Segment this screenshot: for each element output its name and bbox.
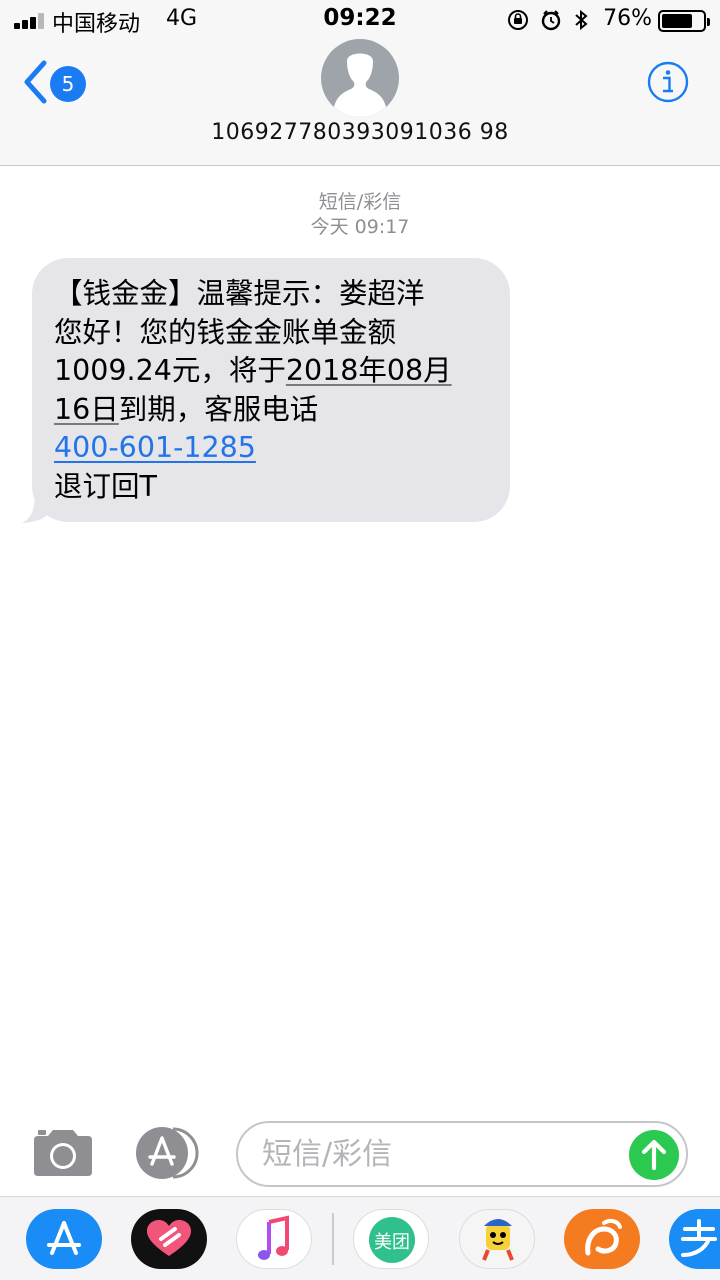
date-detected-link[interactable]: 16日 — [54, 393, 119, 426]
meituan-app[interactable]: 美团 — [353, 1209, 429, 1269]
navigation-header: 中国移动 4G 09:22 76% 5 106927780393091036 9… — [0, 0, 720, 166]
message-text: 1009.24元，将于 — [54, 354, 286, 387]
unread-count-badge: 5 — [50, 66, 86, 102]
arrow-up-icon — [641, 1139, 667, 1171]
message-timestamp: 今天 09:17 — [310, 216, 410, 238]
message-line: 400-601-1285 — [54, 429, 488, 468]
contact-avatar[interactable] — [321, 39, 399, 117]
heart-icon — [147, 1220, 191, 1256]
thread-header: 短信/彩信 今天 09:17 — [0, 190, 720, 240]
message-input[interactable] — [236, 1121, 688, 1187]
uc-browser-app[interactable] — [564, 1209, 640, 1269]
status-bar: 中国移动 4G 09:22 76% — [0, 0, 720, 40]
mascot-app[interactable] — [459, 1209, 535, 1269]
imessage-app-drawer: 美团 — [0, 1196, 720, 1280]
contact-number[interactable]: 106927780393091036 98 — [0, 120, 720, 145]
person-silhouette-icon — [333, 53, 387, 117]
squirrel-icon — [585, 1218, 622, 1256]
service-label: 短信/彩信 — [318, 191, 402, 213]
message-line: 退订回T — [54, 469, 157, 503]
date-detected-link[interactable]: 2018年08月 — [286, 354, 452, 387]
send-button[interactable] — [629, 1130, 679, 1180]
battery-icon — [658, 10, 710, 32]
bluetooth-icon — [575, 9, 588, 31]
incoming-message-bubble[interactable]: 【钱金金】温馨提示：娄超洋 您好！您的钱金金账单金额 1009.24元，将于20… — [32, 258, 510, 522]
chevron-left-icon — [24, 60, 47, 104]
orientation-lock-icon — [508, 10, 528, 30]
info-icon[interactable] — [646, 60, 690, 104]
music-note-icon — [258, 1215, 289, 1260]
message-text: 到期，客服电话 — [118, 392, 319, 426]
back-button[interactable]: 5 — [18, 56, 92, 112]
battery-percentage: 76% — [603, 6, 652, 31]
message-line: 16日到期，客服电话 — [54, 391, 488, 430]
meituan-label: 美团 — [374, 1232, 410, 1253]
app-store-icon — [47, 1221, 81, 1255]
status-icons — [508, 9, 588, 31]
alipay-logo-icon — [681, 1219, 717, 1257]
message-line: 【钱金金】温馨提示：娄超洋 — [54, 277, 425, 310]
app-store-app[interactable] — [26, 1209, 102, 1269]
meituan-logo-icon: 美团 — [369, 1217, 415, 1263]
app-store-icon[interactable] — [133, 1126, 205, 1180]
alarm-icon — [541, 10, 561, 31]
music-app[interactable] — [236, 1209, 312, 1269]
drawer-divider — [332, 1213, 334, 1265]
compose-bar — [0, 1110, 720, 1196]
message-line: 1009.24元，将于2018年08月 — [54, 352, 488, 391]
message-line: 您好！您的钱金金账单金额 — [54, 315, 397, 349]
digital-touch-app[interactable] — [131, 1209, 207, 1269]
camera-icon[interactable] — [30, 1128, 96, 1178]
cartoon-mascot-icon — [482, 1219, 514, 1261]
phone-number-link[interactable]: 400-601-1285 — [54, 431, 256, 464]
alipay-app[interactable] — [669, 1209, 720, 1269]
